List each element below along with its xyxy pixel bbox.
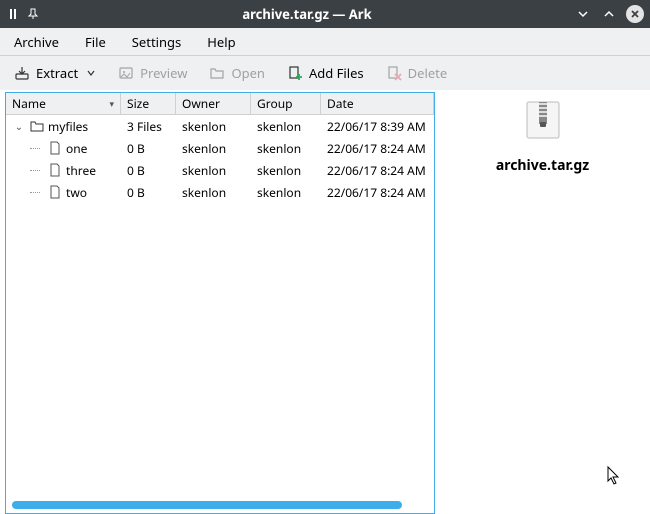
maximize-button[interactable] (600, 5, 618, 23)
column-name[interactable]: Name ▾ (6, 93, 121, 114)
file-icon (48, 185, 62, 199)
folder-icon (30, 119, 44, 133)
preview-button: Preview (114, 61, 191, 85)
row-date: 22/06/17 8:39 AM (321, 118, 434, 135)
column-size[interactable]: Size (121, 93, 176, 114)
row-owner: skenlon (176, 184, 251, 201)
column-owner[interactable]: Owner (176, 93, 251, 114)
column-headers: Name ▾ Size Owner Group Date (6, 93, 434, 115)
menu-archive[interactable]: Archive (10, 29, 63, 55)
delete-icon (386, 65, 402, 81)
open-button: Open (205, 61, 269, 85)
titlebar: archive.tar.gz — Ark (0, 0, 650, 28)
row-name: two (66, 184, 87, 201)
extract-button[interactable]: Extract (10, 61, 100, 85)
row-size: 0 B (121, 140, 176, 157)
row-owner: skenlon (176, 118, 251, 135)
content-area: Name ▾ Size Owner Group Date ⌄ myfiles 3… (0, 90, 650, 514)
column-name-label: Name (12, 95, 46, 112)
open-icon (209, 65, 225, 81)
menu-file[interactable]: File (81, 29, 110, 55)
extract-icon (14, 65, 30, 81)
row-name: three (66, 162, 96, 179)
row-size: 0 B (121, 184, 176, 201)
toolbar: Extract Preview Open Add Files Delete (0, 56, 650, 90)
row-name: one (66, 140, 87, 157)
menu-settings[interactable]: Settings (128, 29, 185, 55)
extract-label: Extract (36, 64, 78, 82)
chevron-down-icon[interactable]: ⌄ (12, 119, 26, 133)
chevron-down-icon[interactable] (86, 64, 96, 82)
horizontal-scrollbar[interactable] (12, 501, 402, 509)
row-name: myfiles (48, 118, 88, 135)
table-row[interactable]: three 0 B skenlon skenlon 22/06/17 8:24 … (6, 159, 434, 181)
preview-icon (118, 65, 134, 81)
pin-icon[interactable] (26, 7, 40, 21)
row-date: 22/06/17 8:24 AM (321, 140, 434, 157)
close-button[interactable] (626, 5, 644, 23)
row-group: skenlon (251, 162, 321, 179)
tree-body[interactable]: ⌄ myfiles 3 Files skenlon skenlon 22/06/… (6, 115, 434, 501)
side-panel: archive.tar.gz (435, 90, 650, 514)
delete-label: Delete (408, 64, 448, 82)
add-files-label: Add Files (309, 64, 364, 82)
preview-label: Preview (140, 64, 187, 82)
menubar: Archive File Settings Help (0, 28, 650, 56)
file-icon (48, 141, 62, 155)
minimize-button[interactable] (574, 5, 592, 23)
add-files-icon (287, 65, 303, 81)
app-icon (6, 7, 20, 21)
column-group[interactable]: Group (251, 93, 321, 114)
row-size: 3 Files (121, 118, 176, 135)
file-icon (48, 163, 62, 177)
row-group: skenlon (251, 184, 321, 201)
open-label: Open (231, 64, 265, 82)
archive-icon (519, 100, 567, 140)
table-row[interactable]: one 0 B skenlon skenlon 22/06/17 8:24 AM (6, 137, 434, 159)
table-row[interactable]: ⌄ myfiles 3 Files skenlon skenlon 22/06/… (6, 115, 434, 137)
table-row[interactable]: two 0 B skenlon skenlon 22/06/17 8:24 AM (6, 181, 434, 203)
row-date: 22/06/17 8:24 AM (321, 184, 434, 201)
window-title: archive.tar.gz — Ark (40, 5, 574, 23)
row-group: skenlon (251, 140, 321, 157)
row-owner: skenlon (176, 140, 251, 157)
add-files-button[interactable]: Add Files (283, 61, 368, 85)
menu-help[interactable]: Help (203, 29, 239, 55)
row-date: 22/06/17 8:24 AM (321, 162, 434, 179)
row-owner: skenlon (176, 162, 251, 179)
column-date[interactable]: Date (321, 93, 434, 114)
delete-button: Delete (382, 61, 452, 85)
file-tree-panel: Name ▾ Size Owner Group Date ⌄ myfiles 3… (5, 92, 435, 514)
chevron-down-icon: ▾ (109, 97, 114, 110)
archive-filename: archive.tar.gz (496, 156, 589, 175)
row-size: 0 B (121, 162, 176, 179)
row-group: skenlon (251, 118, 321, 135)
